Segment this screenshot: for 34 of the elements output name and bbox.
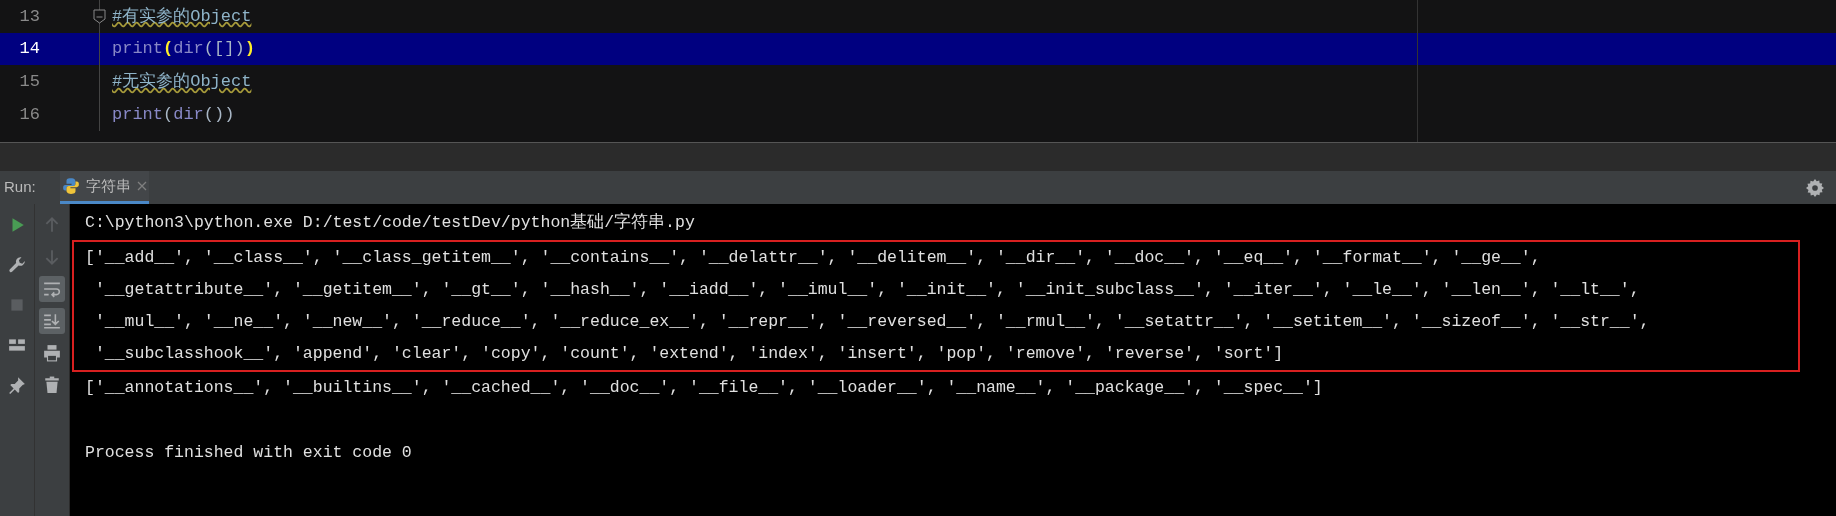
output-line: '__mul__', '__ne__', '__new__', '__reduce__', '__reduce_ex__', '__repr__', '__reversed__', '__rmul__', '__setattr__', '__setitem__', '__sizeof__', '__str__', [93, 310, 1651, 333]
pin-icon [8, 376, 26, 394]
line-number: 13 [18, 5, 40, 28]
output-line: Process finished with exit code 0 [84, 441, 413, 464]
run-label: Run: [3, 177, 37, 198]
up-arrow-icon [43, 216, 61, 234]
run-tab[interactable]: 字符串 [60, 171, 149, 204]
output-line: ['__annotations__', '__builtins__', '__cached__', '__doc__', '__file__', '__loader__', '__name__', '__package__', '__spec__'] [84, 376, 1324, 399]
line-number: 16 [18, 103, 40, 126]
output-line: ['__add__', '__class__', '__class_getitem__', '__contains__', '__delattr__', '__delitem__', '__dir__', '__doc__', '__eq__', '__format__', '__ge__', [84, 246, 1542, 269]
line-number: 14 [18, 38, 40, 61]
toolbar-button[interactable] [39, 276, 65, 302]
soft-wrap-icon [43, 280, 61, 298]
python-logo-icon [62, 177, 80, 195]
wrench-icon [8, 256, 26, 274]
code-line: #有实参的Object [112, 5, 252, 28]
toolbar-button[interactable] [39, 308, 65, 334]
printer-icon [43, 344, 61, 362]
settings-icon[interactable] [1806, 178, 1824, 197]
stop-icon [8, 296, 26, 314]
output-line: '__getattribute__', '__getitem__', '__gt__', '__hash__', '__iadd__', '__imul__', '__init__', '__init_subclass__', '__iter__', '__le__', '__len__', '__lt__', [93, 278, 1641, 301]
scroll-to-end-icon [43, 312, 61, 330]
trash-icon [43, 376, 61, 394]
code-line: #无实参的Object [112, 70, 252, 93]
output-line: '__subclasshook__', 'append', 'clear', 'copy', 'count', 'extend', 'index', 'insert', 'pop', 'remove', 'reverse', 'sort'] [93, 342, 1285, 365]
down-arrow-icon [43, 248, 61, 266]
code-line: print(dir([])) [112, 38, 255, 61]
fold-marker-icon[interactable] [93, 9, 106, 24]
code-line: print(dir()) [112, 103, 235, 126]
layout-icon [8, 336, 26, 354]
tab-title: 字符串 [86, 175, 131, 196]
output-line: C:\python3\python.exe D:/test/code/testDev/python基础/字符串.py [84, 211, 696, 234]
close-icon[interactable] [137, 181, 147, 191]
line-number: 15 [18, 70, 40, 93]
